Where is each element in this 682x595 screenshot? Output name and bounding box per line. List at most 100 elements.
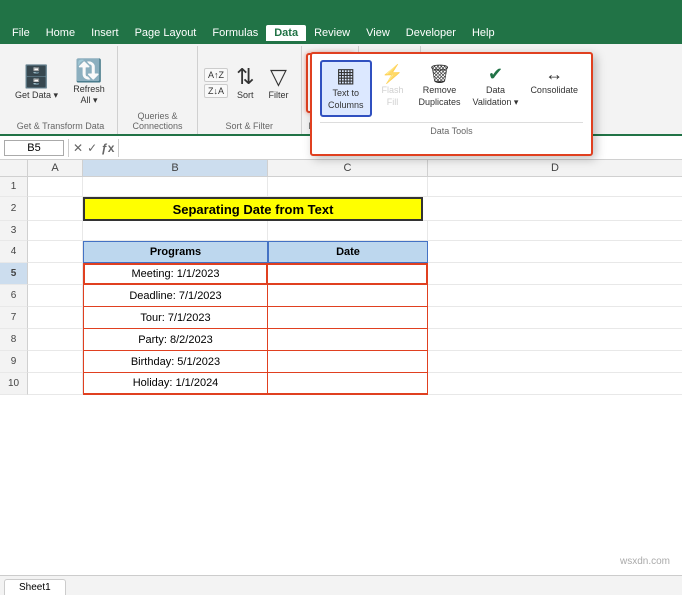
filter-button[interactable]: ▽ Filter bbox=[263, 62, 295, 104]
cell-d2[interactable] bbox=[423, 197, 682, 221]
consolidate-icon: ↔ bbox=[545, 65, 563, 83]
group-label-queries: Queries & Connections bbox=[118, 111, 197, 131]
table-row: 9 Birthday: 5/1/2023 bbox=[0, 351, 682, 373]
cell-c5[interactable] bbox=[268, 263, 428, 285]
cell-a1[interactable] bbox=[28, 177, 83, 197]
cell-c3[interactable] bbox=[268, 221, 428, 241]
col-header-d[interactable]: D bbox=[428, 160, 682, 176]
text-to-columns-button[interactable]: ▦ Text to Columns bbox=[320, 60, 372, 117]
col-header-c[interactable]: C bbox=[268, 160, 428, 176]
spreadsheet: A B C D 1 2 Separating Date from Text 3 bbox=[0, 160, 682, 575]
menu-page-layout[interactable]: Page Layout bbox=[127, 25, 205, 41]
cell-d7[interactable] bbox=[428, 307, 682, 329]
cell-a3[interactable] bbox=[28, 221, 83, 241]
ribbon: 🗄️ Get Data ▾ 🔃 Refresh All ▾ Get & Tran… bbox=[0, 44, 682, 136]
get-data-button[interactable]: 🗄️ Get Data ▾ bbox=[10, 62, 63, 105]
row-num: 9 bbox=[0, 351, 28, 373]
menu-view[interactable]: View bbox=[358, 25, 398, 41]
cell-a9[interactable] bbox=[28, 351, 83, 373]
cell-a6[interactable] bbox=[28, 285, 83, 307]
col-header-b[interactable]: B bbox=[83, 160, 268, 176]
cell-c8[interactable] bbox=[268, 329, 428, 351]
get-data-icon: 🗄️ bbox=[23, 66, 50, 88]
table-row: 8 Party: 8/2/2023 bbox=[0, 329, 682, 351]
cell-d5[interactable] bbox=[428, 263, 682, 285]
row-num: 2 bbox=[0, 197, 28, 221]
cell-b10[interactable]: Holiday: 1/1/2024 bbox=[83, 373, 268, 395]
cancel-formula-icon[interactable]: ✕ bbox=[73, 141, 83, 155]
cell-d9[interactable] bbox=[428, 351, 682, 373]
refresh-icon: 🔃 bbox=[75, 60, 102, 82]
row-num: 5 bbox=[0, 263, 28, 285]
row-num: 8 bbox=[0, 329, 28, 351]
data-validation-button[interactable]: ✔ Data Validation ▾ bbox=[468, 60, 524, 113]
menu-bar: File Home Insert Page Layout Formulas Da… bbox=[0, 22, 682, 44]
cell-c4-header[interactable]: Date bbox=[268, 241, 428, 263]
table-row: 5 Meeting: 1/1/2023 bbox=[0, 263, 682, 285]
cell-b7[interactable]: Tour: 7/1/2023 bbox=[83, 307, 268, 329]
menu-data[interactable]: Data bbox=[266, 25, 306, 41]
col-header-a[interactable]: A bbox=[28, 160, 83, 176]
cell-c9[interactable] bbox=[268, 351, 428, 373]
cell-d10[interactable] bbox=[428, 373, 682, 395]
consolidate-button[interactable]: ↔ Consolidate bbox=[525, 60, 583, 102]
row-num: 3 bbox=[0, 221, 28, 241]
menu-developer[interactable]: Developer bbox=[398, 25, 464, 41]
row-num: 10 bbox=[0, 373, 28, 395]
ribbon-group-queries: Queries & Connections bbox=[118, 46, 198, 134]
cell-b4-header[interactable]: Programs bbox=[83, 241, 268, 263]
table-row: 6 Deadline: 7/1/2023 bbox=[0, 285, 682, 307]
cell-a7[interactable] bbox=[28, 307, 83, 329]
menu-home[interactable]: Home bbox=[38, 25, 83, 41]
cell-d3[interactable] bbox=[428, 221, 682, 241]
cell-b6[interactable]: Deadline: 7/1/2023 bbox=[83, 285, 268, 307]
cell-b1[interactable] bbox=[83, 177, 268, 197]
cell-a5[interactable] bbox=[28, 263, 83, 285]
cell-b2-title[interactable]: Separating Date from Text bbox=[83, 197, 423, 221]
sort-az-button[interactable]: A↑Z bbox=[204, 68, 228, 82]
cell-reference-box[interactable] bbox=[4, 140, 64, 156]
sort-icon: ⇅ bbox=[236, 66, 254, 88]
flash-fill-button[interactable]: ⚡ Flash Fill bbox=[374, 60, 412, 113]
cell-d4[interactable] bbox=[428, 241, 682, 263]
cell-d8[interactable] bbox=[428, 329, 682, 351]
cell-d6[interactable] bbox=[428, 285, 682, 307]
cell-a2[interactable] bbox=[28, 197, 83, 221]
cell-b9[interactable]: Birthday: 5/1/2023 bbox=[83, 351, 268, 373]
menu-insert[interactable]: Insert bbox=[83, 25, 127, 41]
row-num: 4 bbox=[0, 241, 28, 263]
table-row: 4 Programs Date bbox=[0, 241, 682, 263]
cell-c6[interactable] bbox=[268, 285, 428, 307]
sort-button[interactable]: ⇅ Sort bbox=[230, 62, 260, 104]
cell-c1[interactable] bbox=[268, 177, 428, 197]
cell-a10[interactable] bbox=[28, 373, 83, 395]
menu-help[interactable]: Help bbox=[464, 25, 503, 41]
formula-icons: ✕ ✓ ƒx bbox=[73, 141, 114, 155]
ribbon-group-get-transform: 🗄️ Get Data ▾ 🔃 Refresh All ▾ Get & Tran… bbox=[4, 46, 118, 134]
cell-b5[interactable]: Meeting: 1/1/2023 bbox=[83, 263, 268, 285]
cell-d1[interactable] bbox=[428, 177, 682, 197]
flash-fill-icon: ⚡ bbox=[381, 65, 403, 83]
confirm-formula-icon[interactable]: ✓ bbox=[87, 141, 97, 155]
group-label-get-transform: Get & Transform Data bbox=[4, 121, 117, 131]
cell-b3[interactable] bbox=[83, 221, 268, 241]
menu-bar: const pd = JSON.parse(document.getElemen… bbox=[0, 0, 682, 22]
column-headers: A B C D bbox=[0, 160, 682, 177]
cell-b8[interactable]: Party: 8/2/2023 bbox=[83, 329, 268, 351]
cell-a8[interactable] bbox=[28, 329, 83, 351]
cell-c7[interactable] bbox=[268, 307, 428, 329]
menu-review[interactable]: Review bbox=[306, 25, 358, 41]
table-row: 3 bbox=[0, 221, 682, 241]
formula-divider bbox=[68, 139, 69, 157]
menu-file[interactable]: File bbox=[4, 25, 38, 41]
cell-a4[interactable] bbox=[28, 241, 83, 263]
cell-c10[interactable] bbox=[268, 373, 428, 395]
refresh-all-button[interactable]: 🔃 Refresh All ▾ bbox=[67, 56, 111, 110]
sort-za-button[interactable]: Z↓A bbox=[204, 84, 228, 98]
insert-function-icon[interactable]: ƒx bbox=[101, 141, 114, 155]
sheet-tabs: Sheet1 bbox=[0, 575, 682, 595]
sheet-tab-sheet1[interactable]: Sheet1 bbox=[4, 579, 66, 595]
menu-formulas[interactable]: Formulas bbox=[204, 25, 266, 41]
remove-duplicates-button[interactable]: 🗑 Remove Duplicates bbox=[414, 60, 466, 113]
filter-icon: ▽ bbox=[270, 66, 287, 88]
